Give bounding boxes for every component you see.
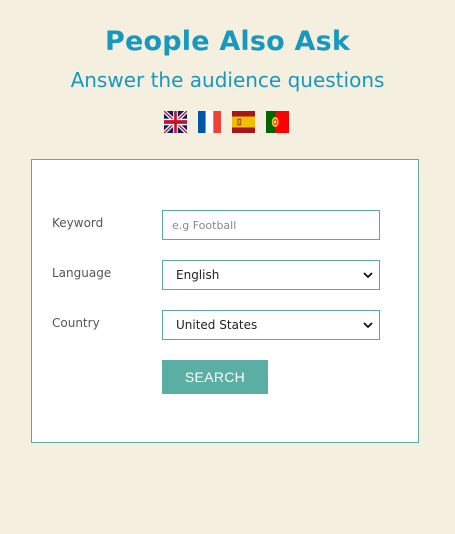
- search-form-card: Keyword e.g Football Language English Co…: [31, 159, 419, 443]
- search-button[interactable]: SEARCH: [162, 360, 268, 394]
- keyword-label: Keyword: [52, 216, 104, 230]
- language-selected-value: English: [176, 268, 220, 282]
- keyword-placeholder: e.g Football: [172, 218, 237, 232]
- country-selected-value: United States: [176, 318, 258, 332]
- spain-flag-icon[interactable]: [232, 111, 255, 133]
- page-title: People Also Ask: [104, 26, 351, 57]
- portugal-flag-icon[interactable]: [266, 111, 289, 133]
- language-select[interactable]: English: [162, 260, 380, 290]
- language-label: Language: [52, 266, 112, 280]
- page-subtitle: Answer the audience questions: [70, 68, 385, 92]
- chevron-down-icon: [363, 272, 373, 279]
- language-flags: [164, 111, 289, 133]
- uk-flag-icon[interactable]: [164, 111, 187, 133]
- france-flag-icon[interactable]: [198, 111, 221, 133]
- country-label: Country: [52, 316, 100, 330]
- keyword-input[interactable]: e.g Football: [162, 210, 380, 240]
- country-select[interactable]: United States: [162, 310, 380, 340]
- chevron-down-icon: [363, 322, 373, 329]
